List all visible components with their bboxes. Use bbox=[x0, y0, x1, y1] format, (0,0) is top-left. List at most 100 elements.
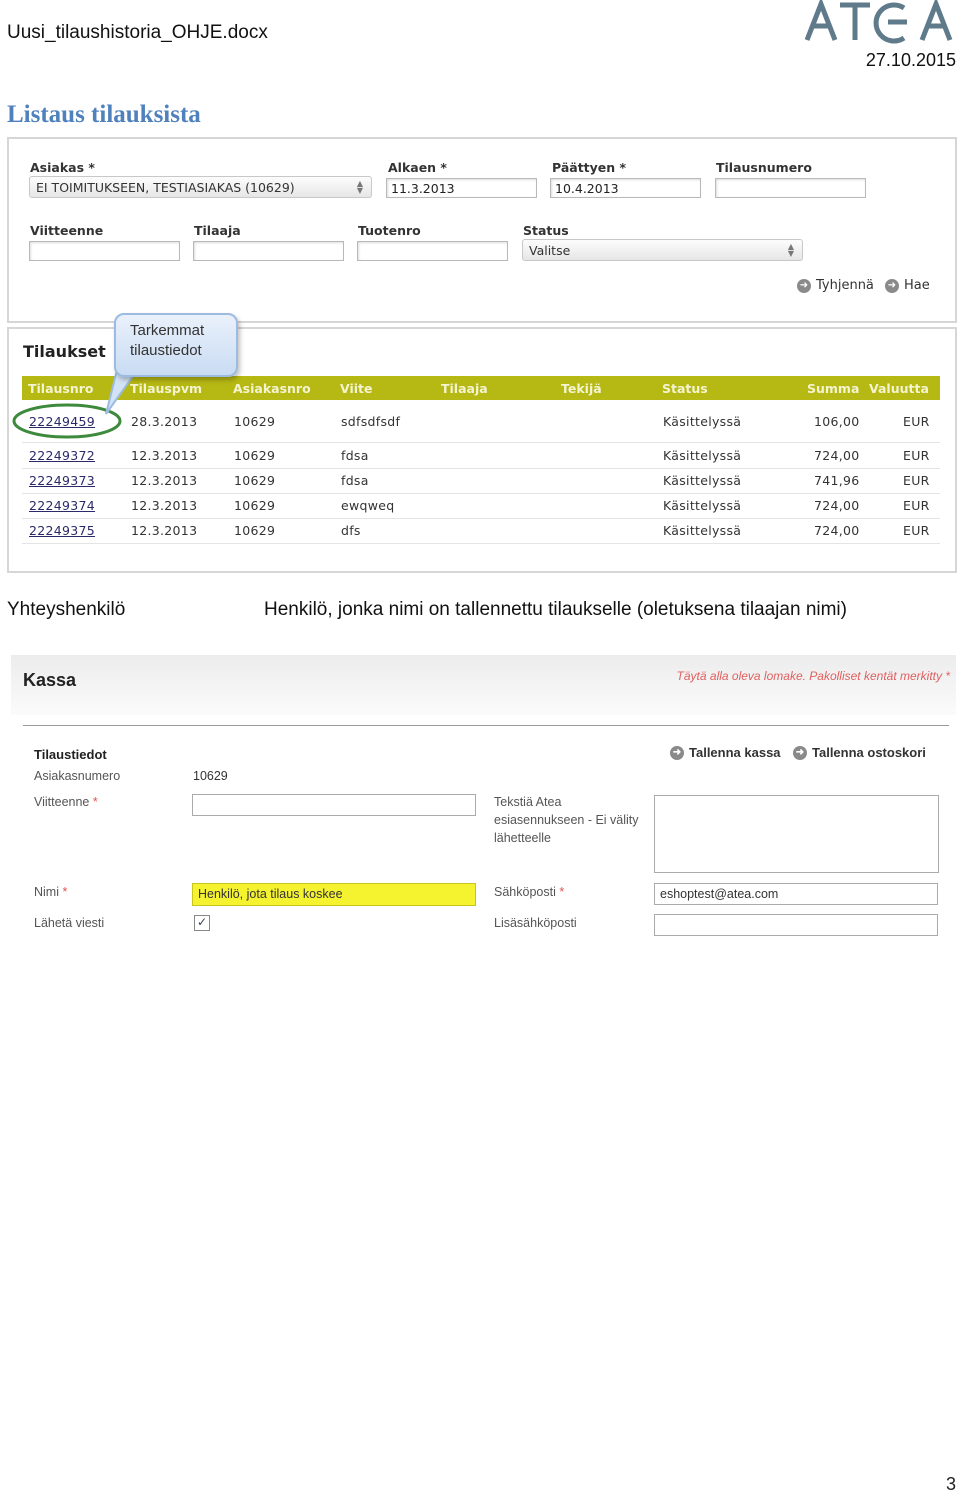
kassa-title: Kassa bbox=[23, 670, 77, 690]
order-date: 28.3.2013 bbox=[131, 414, 198, 429]
order-number-link[interactable]: 22249375 bbox=[29, 523, 95, 538]
reference: dfs bbox=[341, 523, 361, 538]
tilausnumero-input[interactable] bbox=[715, 178, 866, 198]
status-select[interactable]: Valitse ▲ ▼ bbox=[522, 239, 803, 261]
column-header[interactable]: Viite bbox=[340, 381, 372, 396]
viitteenne-field[interactable] bbox=[192, 794, 476, 816]
order-sum: 724,00 bbox=[814, 498, 860, 513]
nimi-field[interactable]: Henkilö, jota tilaus koskee bbox=[192, 883, 476, 906]
sahkoposti-field[interactable]: eshoptest@atea.com bbox=[654, 883, 938, 905]
order-number-link[interactable]: 22249372 bbox=[29, 448, 95, 463]
asiakasnumero-value: 10629 bbox=[193, 769, 228, 783]
column-header[interactable]: Tilaaja bbox=[441, 381, 488, 396]
callout-line-1: Tarkemmat bbox=[130, 322, 205, 339]
save-kassa-label: Tallenna kassa bbox=[689, 745, 781, 760]
atea-logo bbox=[804, 0, 953, 44]
order-currency: EUR bbox=[903, 414, 930, 429]
order-number-link[interactable]: 22249374 bbox=[29, 498, 95, 513]
required-mark: * bbox=[559, 885, 565, 899]
teksti-label-1: Tekstiä Atea bbox=[494, 795, 562, 809]
tilaaja-input[interactable] bbox=[193, 241, 344, 261]
tuotenro-input[interactable] bbox=[357, 241, 508, 261]
order-sum: 724,00 bbox=[814, 523, 860, 538]
order-date: 12.3.2013 bbox=[131, 448, 198, 463]
customer-number: 10629 bbox=[234, 523, 276, 538]
required-mark: * bbox=[92, 795, 98, 809]
document-date: 27.10.2015 bbox=[865, 50, 956, 70]
reference: ewqweq bbox=[341, 498, 395, 513]
reference: sdfsdfsdf bbox=[341, 414, 401, 429]
tilausnumero-label: Tilausnumero bbox=[716, 160, 812, 175]
alkaen-label: Alkaen * bbox=[388, 160, 447, 175]
column-header[interactable]: Valuutta bbox=[869, 381, 929, 396]
order-date: 12.3.2013 bbox=[131, 523, 198, 538]
order-currency: EUR bbox=[903, 448, 930, 463]
column-header[interactable]: Asiakasnro bbox=[233, 381, 311, 396]
table-row: 22249459 28.3.2013 10629 sdfsdfsdf Käsit… bbox=[22, 409, 940, 443]
document-filename: Uusi_tilaushistoria_OHJE.docx bbox=[7, 22, 268, 43]
order-currency: EUR bbox=[903, 523, 930, 538]
callout-bubble: Tarkemmat tilaustiedot bbox=[114, 313, 238, 377]
order-sum: 106,00 bbox=[814, 414, 860, 429]
order-currency: EUR bbox=[903, 498, 930, 513]
reference: fdsa bbox=[341, 448, 369, 463]
paattyen-label: Päättyen * bbox=[552, 160, 627, 175]
lisasahkoposti-field[interactable] bbox=[654, 914, 938, 936]
order-sum: 741,96 bbox=[814, 473, 860, 488]
reference: fdsa bbox=[341, 473, 369, 488]
tilaustiedot-label: Tilaustiedot bbox=[34, 747, 107, 762]
teksti-label-2: esiasennukseen - Ei välity bbox=[494, 813, 639, 827]
teksti-textarea[interactable] bbox=[654, 795, 939, 873]
lisasahkoposti-label: Lisäsähköposti bbox=[494, 916, 577, 930]
laheta-viesti-checkbox[interactable]: ✓ bbox=[194, 915, 210, 931]
asiakas-select[interactable]: EI TOIMITUKSEEN, TESTIASIAKAS (10629) ▲ ▼ bbox=[29, 176, 372, 198]
alkaen-input[interactable]: 11.3.2013 bbox=[386, 178, 537, 198]
select-arrows-icon: ▲ ▼ bbox=[787, 242, 794, 258]
search-button-label: Hae bbox=[904, 278, 930, 293]
viitteenne-input[interactable] bbox=[29, 241, 180, 261]
asiakasnumero-label: Asiakasnumero bbox=[34, 769, 121, 783]
tilaaja-label: Tilaaja bbox=[194, 223, 241, 238]
search-button[interactable]: ➜ Hae bbox=[885, 278, 930, 293]
arrow-right-icon: ➜ bbox=[885, 278, 899, 293]
customer-number: 10629 bbox=[234, 448, 276, 463]
select-arrows-icon: ▲ ▼ bbox=[356, 179, 363, 195]
section-title: Listaus tilauksista bbox=[7, 101, 201, 128]
table-row: 22249372 12.3.2013 10629 fdsa Käsittelys… bbox=[22, 443, 940, 469]
page-number: 3 bbox=[945, 1474, 956, 1494]
order-status: Käsittelyssä bbox=[663, 414, 742, 429]
customer-number: 10629 bbox=[234, 414, 276, 429]
column-header[interactable]: Tekijä bbox=[561, 381, 602, 396]
customer-number: 10629 bbox=[234, 498, 276, 513]
sahkoposti-label-text: Sähköposti bbox=[494, 885, 556, 899]
arrow-right-icon: ➜ bbox=[797, 278, 811, 293]
column-header[interactable]: Tilausnro bbox=[28, 381, 94, 396]
teksti-label-3: lähetteelle bbox=[494, 831, 551, 845]
order-status: Käsittelyssä bbox=[663, 498, 742, 513]
arrow-right-icon: ➜ bbox=[793, 745, 807, 760]
nimi-label: Nimi * bbox=[34, 885, 67, 899]
save-cart-label: Tallenna ostoskori bbox=[812, 745, 926, 760]
save-kassa-button[interactable]: ➜ Tallenna kassa bbox=[670, 745, 781, 760]
required-mark: * bbox=[62, 885, 68, 899]
kassa-form: Kassa Täytä alla oleva lomake. Pakollise… bbox=[11, 655, 956, 945]
tuotenro-label: Tuotenro bbox=[358, 223, 421, 238]
paattyen-input[interactable]: 10.4.2013 bbox=[550, 178, 701, 198]
column-header[interactable]: Status bbox=[662, 381, 708, 396]
definition-term: Yhteyshenkilö bbox=[7, 599, 126, 620]
viitteenne-label: Viitteenne bbox=[30, 223, 104, 238]
clear-button[interactable]: ➜ Tyhjennä bbox=[797, 278, 874, 293]
search-panel bbox=[7, 137, 957, 323]
callout-line-2: tilaustiedot bbox=[130, 342, 202, 359]
table-row: 22249375 12.3.2013 10629 dfs Käsittelyss… bbox=[22, 518, 940, 544]
orders-table-header: Tilausnro Tilauspvm Asiakasnro Viite Til… bbox=[22, 376, 940, 400]
definition-text: Henkilö, jonka nimi on tallennettu tilau… bbox=[264, 599, 847, 620]
table-row: 22249373 12.3.2013 10629 fdsa Käsittelys… bbox=[22, 468, 940, 494]
arrow-right-icon: ➜ bbox=[670, 745, 684, 760]
order-status: Käsittelyssä bbox=[663, 523, 742, 538]
order-number-link[interactable]: 22249373 bbox=[29, 473, 95, 488]
kassa-header-band bbox=[11, 655, 956, 715]
customer-number: 10629 bbox=[234, 473, 276, 488]
save-cart-button[interactable]: ➜ Tallenna ostoskori bbox=[793, 745, 926, 760]
column-header[interactable]: Summa bbox=[807, 381, 859, 396]
